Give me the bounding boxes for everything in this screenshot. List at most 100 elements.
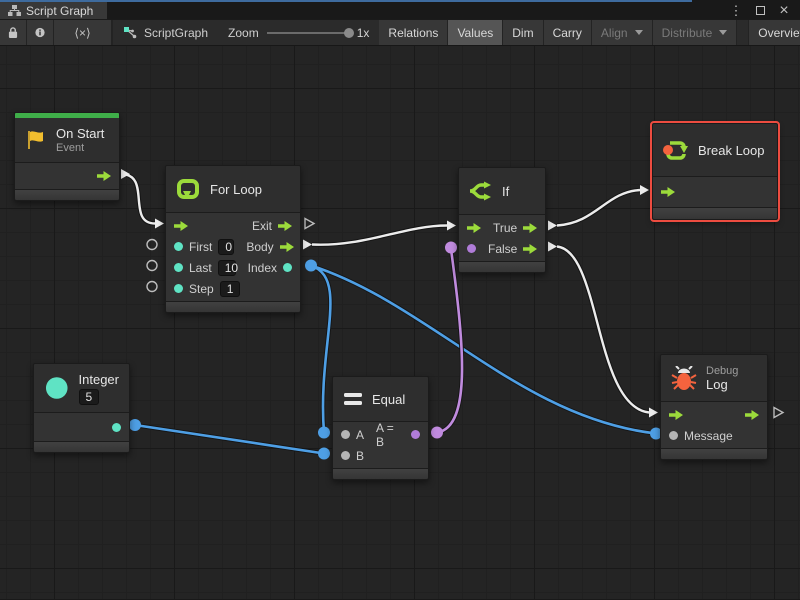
window-maximize-button[interactable]: [750, 3, 770, 18]
true-label: True: [493, 221, 517, 235]
node-footer: [34, 441, 129, 452]
node-title: On Start: [56, 126, 104, 141]
node-subtitle: Event: [56, 142, 104, 154]
relations-label: Relations: [388, 26, 438, 40]
window-menu-button[interactable]: ⋮: [726, 3, 746, 18]
exit-output-port[interactable]: [278, 221, 292, 231]
node-on-start[interactable]: On Start Event: [14, 112, 120, 201]
flow-input-port[interactable]: [467, 223, 481, 233]
message-label: Message: [684, 429, 733, 443]
step-input-port[interactable]: [174, 284, 183, 293]
node-if[interactable]: If True False: [458, 167, 546, 273]
node-title: If: [502, 184, 509, 199]
flow-input-port[interactable]: [661, 187, 675, 197]
node-equal[interactable]: Equal A A = B B: [332, 376, 429, 480]
node-footer: [166, 301, 300, 312]
node-subtitle: Debug: [706, 365, 738, 377]
port-row-last-index: Last 10 Index: [166, 257, 300, 278]
break-loop-icon: [663, 138, 689, 162]
node-integer[interactable]: Integer 5: [33, 363, 130, 453]
carry-button[interactable]: Carry: [544, 20, 592, 45]
node-title: Break Loop: [698, 143, 765, 158]
flow-output-port[interactable]: [97, 171, 111, 181]
exit-label: Exit: [252, 219, 272, 233]
b-input-port[interactable]: [341, 451, 350, 460]
first-input-port[interactable]: [174, 242, 183, 251]
tab-script-graph[interactable]: Script Graph: [0, 2, 107, 19]
tab-title: Script Graph: [26, 4, 93, 18]
wire-true-to-breakloop[interactable]: [557, 190, 640, 226]
zoom-slider-handle[interactable]: [344, 28, 354, 38]
overview-button[interactable]: Overview: [749, 20, 800, 45]
carry-label: Carry: [553, 26, 582, 40]
window-close-button[interactable]: ×: [774, 3, 794, 18]
graph-breadcrumb[interactable]: ScriptGraph: [113, 20, 218, 45]
false-label: False: [488, 242, 517, 256]
integer-output-port[interactable]: [112, 423, 121, 432]
distribute-dropdown[interactable]: Distribute: [653, 20, 738, 45]
node-debug-log[interactable]: Debug Log Message: [660, 354, 768, 460]
last-input-port[interactable]: [174, 263, 183, 272]
loop-icon: [176, 178, 201, 200]
flow-output-port[interactable]: [745, 410, 759, 420]
graph-canvas[interactable]: On Start Event For Loop Exit: [0, 46, 800, 599]
relations-button[interactable]: Relations: [379, 20, 448, 45]
integer-value-field[interactable]: 5: [79, 389, 100, 405]
graph-name: ScriptGraph: [144, 26, 208, 40]
wire-false-to-debuglog[interactable]: [557, 247, 649, 413]
last-value-field[interactable]: 10: [218, 260, 236, 276]
node-break-loop[interactable]: Break Loop: [652, 123, 778, 220]
chevron-down-icon: [719, 30, 727, 35]
node-footer: [333, 468, 428, 479]
b-label: B: [356, 449, 364, 463]
port-row-enter-exit: Exit: [166, 215, 300, 236]
info-icon: [35, 26, 45, 39]
flow-input-port[interactable]: [174, 221, 188, 231]
true-output-port[interactable]: [523, 223, 537, 233]
ghost-first-circle: [147, 240, 157, 250]
step-value-field[interactable]: 1: [220, 281, 241, 297]
zoom-label: Zoom: [228, 26, 259, 40]
node-title: Integer: [79, 372, 119, 387]
toolbar-separator: [737, 20, 749, 45]
wire-onstart-to-forloop[interactable]: [121, 174, 155, 224]
condition-input-port[interactable]: [467, 244, 476, 253]
zoom-slider[interactable]: [267, 32, 349, 34]
values-label: Values: [457, 26, 493, 40]
node-footer: [15, 189, 119, 200]
collapse-brackets-button[interactable]: ⟨×⟩: [54, 20, 112, 45]
node-footer: [653, 207, 777, 219]
port-row-first-body: First 0 Body: [166, 236, 300, 257]
active-tab-accent-line: [0, 0, 692, 2]
graph-toolbar: ⟨×⟩ ScriptGraph Zoom 1x Relations Values…: [0, 19, 800, 46]
result-output-port[interactable]: [411, 430, 420, 439]
port-row-true: True: [459, 217, 545, 238]
wire-integer-to-equal-b[interactable]: [135, 425, 324, 454]
false-output-port[interactable]: [523, 244, 537, 254]
port-row-false: False: [459, 238, 545, 259]
node-title: For Loop: [210, 182, 262, 197]
node-for-loop[interactable]: For Loop Exit First 0 Body Last 10: [165, 165, 301, 313]
dim-button[interactable]: Dim: [503, 20, 543, 45]
zoom-value: 1x: [357, 26, 370, 40]
node-title: Log: [706, 377, 738, 392]
a-label: A: [356, 428, 364, 442]
result-label: A = B: [376, 421, 405, 449]
a-input-port[interactable]: [341, 430, 350, 439]
info-button[interactable]: [27, 20, 54, 45]
align-dropdown[interactable]: Align: [592, 20, 653, 45]
body-label: Body: [246, 240, 273, 254]
body-output-port[interactable]: [280, 242, 294, 252]
flow-input-port[interactable]: [669, 410, 683, 420]
ghost-log-out-triangle: [774, 408, 783, 418]
index-label: Index: [248, 261, 277, 275]
brackets-icon: ⟨×⟩: [74, 26, 90, 40]
values-button[interactable]: Values: [448, 20, 503, 45]
first-value-field[interactable]: 0: [218, 239, 234, 255]
lock-button[interactable]: [0, 20, 27, 45]
message-input-port[interactable]: [669, 431, 678, 440]
flag-icon: [25, 129, 47, 151]
index-output-port[interactable]: [283, 263, 292, 272]
window-tab-strip: Script Graph ⋮ ×: [0, 0, 800, 19]
dim-label: Dim: [512, 26, 533, 40]
